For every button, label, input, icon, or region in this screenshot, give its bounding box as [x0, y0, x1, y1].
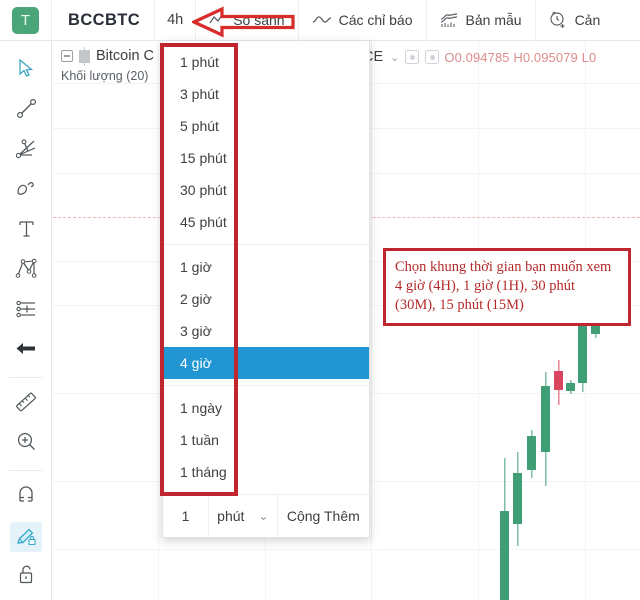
brush-icon [15, 180, 37, 203]
fib-fan-icon [15, 138, 37, 164]
compare-icon [209, 13, 226, 27]
sidebar-item-arrow-marker-tool[interactable] [0, 331, 52, 371]
ruler-icon [15, 391, 38, 418]
dropdown-separator-1 [163, 244, 369, 245]
toolbar-item-templates[interactable]: Bản mẫu [425, 0, 535, 41]
candlestick [566, 380, 575, 394]
magnet-icon [16, 484, 36, 510]
app-logo[interactable]: T [0, 0, 52, 41]
custom-interval-quantity-input[interactable]: 1 [163, 495, 209, 537]
dropdown-item-3h[interactable]: 3 giờ [163, 315, 369, 347]
candlestick [541, 372, 550, 486]
dropdown-group-days: 1 ngày 1 tuần 1 tháng [163, 392, 369, 488]
chart-legend-subtitle: Khối lượng (20) [61, 69, 149, 83]
dropdown-group-hours: 1 giờ 2 giờ 3 giờ 4 giờ [163, 251, 369, 379]
sidebar-item-brush-tool[interactable] [0, 171, 52, 211]
dropdown-item-1d[interactable]: 1 ngày [163, 392, 369, 424]
grid-line-h [53, 549, 640, 550]
toolbar-item-alert[interactable]: Cản [534, 0, 614, 41]
chart-legend: Bitcoin C Khối lượng (20) [61, 46, 155, 83]
dropdown-item-2h[interactable]: 2 giờ [163, 283, 369, 315]
sidebar-item-text-tool[interactable] [0, 211, 52, 251]
dropdown-group-minutes: 1 phút 3 phút 5 phút 15 phút 30 phút 45 … [163, 46, 369, 238]
sidebar-item-patterns-tool[interactable] [0, 251, 52, 291]
candlestick [500, 458, 509, 600]
left-drawing-toolbar [0, 41, 52, 600]
add-interval-button[interactable]: Cộng Thêm [278, 495, 369, 537]
chart-legend-title: Bitcoin C [96, 48, 155, 64]
dropdown-item-1h[interactable]: 1 giờ [163, 251, 369, 283]
xabcd-pattern-icon [15, 258, 38, 284]
dropdown-item-3m[interactable]: 3 phút [163, 78, 369, 110]
dropdown-custom-interval-row: 1 phút ⌄ Cộng Thêm [163, 494, 369, 537]
dropdown-item-1m[interactable]: 1 phút [163, 46, 369, 78]
annotation-callout: Chọn khung thời gian bạn muốn xem 4 giờ … [383, 248, 631, 327]
ohlc-open-value: 0.094785 [454, 49, 510, 65]
dropdown-item-5m[interactable]: 5 phút [163, 110, 369, 142]
dropdown-separator-2 [163, 385, 369, 386]
cursor-arrow-icon [18, 58, 35, 83]
ohlc-low-value: 0 [588, 49, 597, 65]
collapse-icon[interactable] [61, 50, 73, 62]
candlestick [554, 360, 563, 405]
grid-line-v [371, 41, 372, 600]
sidebar-item-lock-all-tool[interactable] [0, 557, 52, 597]
interval-dropdown-menu: 1 phút 3 phút 5 phút 15 phút 30 phút 45 … [162, 41, 370, 538]
ohlc-high-label: H [513, 49, 523, 65]
dropdown-item-30m[interactable]: 30 phút [163, 174, 369, 206]
dropdown-item-45m[interactable]: 45 phút [163, 206, 369, 238]
toolbar-item-compare[interactable]: So sánh [195, 0, 297, 41]
sidebar-item-cursor-tool[interactable] [0, 51, 52, 91]
ohlc-high-value: 0.095079 [522, 49, 578, 65]
trading-chart-app: T BCCBTC 4h So sánh Các chỉ báo Bản mẫu … [0, 0, 640, 600]
chart-legend-right: CE ⌄ O0.094785 H0.095079 L0 [363, 49, 596, 65]
sidebar-divider-2 [8, 470, 43, 471]
candlestick [578, 316, 587, 392]
sidebar-item-zoom-in-tool[interactable] [0, 424, 52, 464]
symbol-button[interactable]: BCCBTC [52, 0, 154, 41]
ohlc-readout: O0.094785 H0.095079 L0 [444, 50, 596, 65]
top-toolbar: T BCCBTC 4h So sánh Các chỉ báo Bản mẫu … [0, 0, 640, 41]
sidebar-item-fib-fan-tool[interactable] [0, 131, 52, 171]
sidebar-item-long-position-tool[interactable] [0, 291, 52, 331]
toolbar-item-indicators-label: Các chỉ báo [338, 12, 413, 28]
chart-type-candle-icon [79, 46, 90, 66]
sidebar-item-drawing-lock-tool[interactable] [0, 517, 52, 557]
sidebar-item-measure-tool[interactable] [0, 384, 52, 424]
toolbar-item-alert-label: Cản [574, 12, 601, 28]
toolbar-item-compare-label: So sánh [233, 12, 285, 28]
dropdown-item-1w[interactable]: 1 tuần [163, 424, 369, 456]
app-logo-letter: T [12, 6, 39, 34]
indicators-wave-icon [312, 14, 332, 26]
template-chart-icon [440, 12, 459, 28]
chevron-down-icon: ⌄ [258, 509, 269, 523]
ohlc-open-label: O [444, 49, 455, 65]
alert-clock-icon [549, 11, 568, 29]
dropdown-item-4h[interactable]: 4 giờ [163, 347, 369, 379]
text-t-icon [17, 219, 36, 244]
sidebar-item-trend-line-tool[interactable] [0, 91, 52, 131]
dropdown-item-1mo[interactable]: 1 tháng [163, 456, 369, 488]
interval-button[interactable]: 4h [154, 0, 195, 41]
long-position-icon [15, 299, 38, 324]
pencil-lock-icon [10, 522, 42, 552]
custom-interval-unit-select[interactable]: phút ⌄ [209, 495, 278, 537]
sidebar-divider-1 [8, 377, 43, 378]
legend-settings-button[interactable] [425, 50, 440, 64]
candlestick [527, 430, 536, 478]
custom-interval-unit-label: phút [217, 508, 245, 524]
arrow-left-icon [15, 340, 37, 362]
candlestick [513, 452, 522, 546]
dropdown-item-15m[interactable]: 15 phút [163, 142, 369, 174]
ohlc-low-label: L [581, 49, 589, 65]
grid-line-v [158, 41, 159, 600]
chevron-down-icon[interactable]: ⌄ [390, 51, 399, 64]
unlock-icon [17, 564, 36, 590]
trend-line-icon [16, 98, 37, 124]
sidebar-item-magnet-tool[interactable] [0, 477, 52, 517]
toolbar-item-templates-label: Bản mẫu [465, 12, 522, 28]
legend-hide-button[interactable] [405, 50, 420, 64]
toolbar-item-indicators[interactable]: Các chỉ báo [297, 0, 426, 41]
magnifier-plus-icon [16, 431, 37, 457]
